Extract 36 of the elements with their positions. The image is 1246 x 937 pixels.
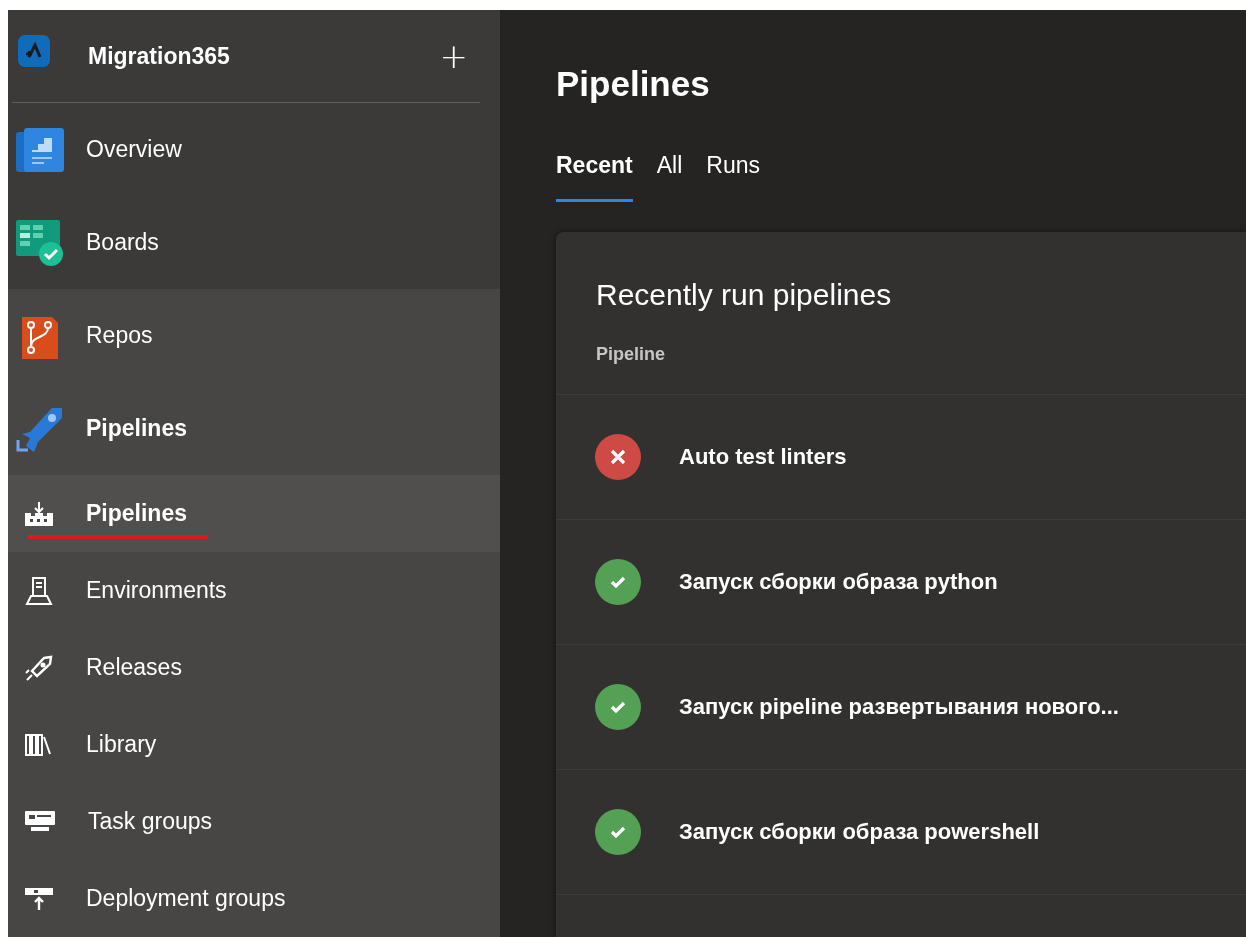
page-title: Pipelines — [556, 63, 711, 105]
sidebar-item[interactable]: Repos — [8, 289, 500, 382]
tab[interactable]: Runs — [706, 152, 760, 202]
deploy-icon — [24, 886, 54, 911]
pipeline-name: Auto test linters — [679, 444, 847, 470]
dashboard-icon — [16, 127, 64, 172]
project-name: Migration365 — [88, 42, 231, 70]
project-logo-icon — [18, 35, 50, 67]
add-button[interactable]: + — [435, 36, 472, 76]
pipeline-name: Запуск сборки образа python — [679, 569, 998, 595]
rocket-icon — [16, 405, 64, 452]
sidebar-item[interactable]: Overview — [8, 103, 500, 196]
sidebar-item[interactable]: Pipelines — [8, 382, 500, 475]
sidebar-item[interactable]: Boards — [8, 196, 500, 289]
pipeline-name: Запуск сборки образа powershell — [679, 819, 1040, 845]
rocket-icon — [24, 654, 54, 681]
sidebar-subitem[interactable]: Environments — [8, 552, 500, 629]
sidebar-subitem[interactable]: Task groups — [8, 783, 500, 860]
sidebar-subitem[interactable]: Library — [8, 706, 500, 783]
server-icon — [24, 576, 54, 605]
pipeline-row[interactable]: Auto test linters — [556, 395, 1246, 520]
pipeline-row[interactable]: Запуск сборки образа python — [556, 520, 1246, 645]
card-title: Recently run pipelines — [596, 277, 893, 313]
tab[interactable]: All — [656, 152, 683, 202]
monitor-icon — [24, 809, 56, 834]
pipeline-icon — [24, 501, 54, 526]
sidebar-subitem[interactable]: Releases — [8, 629, 500, 706]
tab[interactable]: Recent — [556, 152, 633, 202]
sidebar-subitem[interactable]: Pipelines — [8, 475, 500, 552]
books-icon — [24, 732, 54, 757]
sidebar-subitem[interactable]: Deployment groups — [8, 860, 500, 937]
column-header: Pipeline — [596, 343, 666, 365]
board-check-icon — [16, 219, 64, 266]
pipeline-row[interactable]: Запуск сборки образа powershell — [556, 770, 1246, 895]
pipeline-row[interactable]: Запуск pipeline развертывания нового... — [556, 645, 1246, 770]
pipeline-name: Запуск pipeline развертывания нового... — [679, 694, 1119, 720]
